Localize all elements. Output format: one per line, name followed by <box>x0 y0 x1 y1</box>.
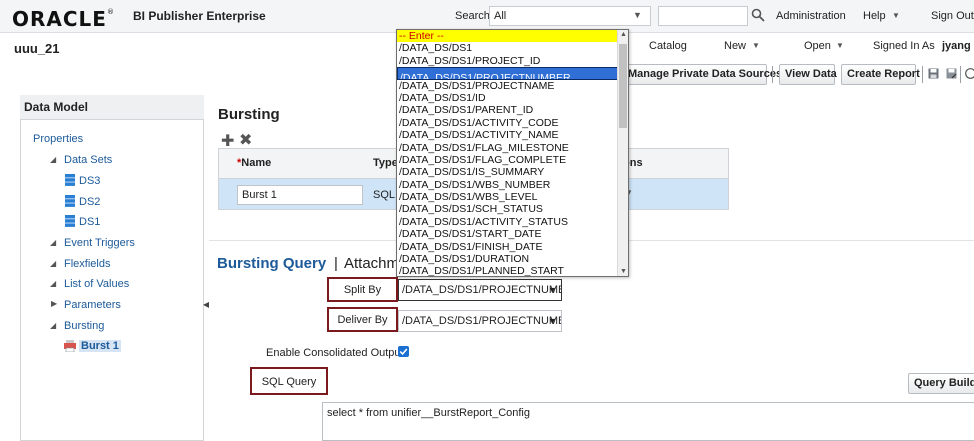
dropdown-option[interactable]: /DATA_DS/DS1/ACTIVITY_CODE <box>397 117 618 129</box>
dropdown-option[interactable]: /DATA_DS/DS1/ACTIVITY_STATUS <box>397 216 618 228</box>
dropdown-option-enter[interactable]: -- Enter -- <box>397 30 618 43</box>
delete-icon[interactable]: ✖ <box>239 130 252 150</box>
expanded-triangle-icon[interactable]: ◢ <box>50 259 56 268</box>
consolidated-output-label: Enable Consolidated Output <box>266 347 404 359</box>
deliver-by-select[interactable]: /DATA_DS/DS1/PROJECTNUMBE <box>398 310 562 332</box>
dropdown-option[interactable]: /DATA_DS/DS1/WBS_NUMBER <box>397 179 618 191</box>
save-icon[interactable] <box>928 68 939 79</box>
help-icon[interactable] <box>965 68 974 79</box>
open-menu[interactable]: Open <box>804 40 831 52</box>
collapsed-triangle-icon[interactable]: ▶ <box>51 299 57 308</box>
split-by-select[interactable]: /DATA_DS/DS1/PROJECTNUMBE <box>398 279 562 301</box>
product-name: BI Publisher Enterprise <box>133 9 266 23</box>
search-input[interactable] <box>658 6 748 26</box>
tree-item-flexfields[interactable]: Flexfields <box>64 258 110 270</box>
burst-name-input[interactable]: Burst 1 <box>237 185 363 205</box>
dropdown-option[interactable]: /DATA_DS/DS1/ID <box>397 92 618 104</box>
scrollbar[interactable]: ▲ ▼ <box>617 30 628 276</box>
burst-type-cell: SQL <box>373 189 396 201</box>
dropdown-options: -- Enter --/DATA_DS/DS1/DATA_DS/DS1/PROJ… <box>397 30 618 276</box>
dropdown-option[interactable]: /DATA_DS/DS1/PROJECT_ID <box>397 55 618 67</box>
data-set-icon <box>65 195 75 207</box>
column-header-name: *Name <box>237 157 272 169</box>
new-menu[interactable]: New <box>724 40 746 52</box>
view-data-button[interactable]: View Data <box>779 64 837 85</box>
data-set-icon <box>65 215 75 227</box>
oracle-logo: ORACLE® <box>12 7 115 31</box>
deliver-by-label: Deliver By <box>327 307 398 332</box>
manage-private-data-sources-button[interactable]: Manage Private Data Sources <box>622 64 782 85</box>
data-set-icon <box>65 174 75 186</box>
tree-item-event-triggers[interactable]: Event Triggers <box>64 237 135 249</box>
tree-item-bursting[interactable]: Bursting <box>64 320 104 332</box>
dropdown-option[interactable]: /DATA_DS/DS1/FINISH_DATE <box>397 241 618 253</box>
search-icon[interactable] <box>751 8 765 22</box>
scrollbar-thumb[interactable] <box>619 44 627 128</box>
dropdown-option[interactable]: /DATA_DS/DS1/DURATION <box>397 253 618 265</box>
chevron-down-icon[interactable]: ▼ <box>548 316 557 326</box>
data-model-panel <box>20 95 204 441</box>
page-title: uuu_21 <box>14 41 60 56</box>
expanded-triangle-icon[interactable]: ◢ <box>50 321 56 330</box>
chevron-down-icon[interactable]: ▼ <box>836 41 844 50</box>
expanded-triangle-icon[interactable]: ◢ <box>50 279 56 288</box>
dropdown-option[interactable]: /DATA_DS/DS1/PARENT_ID <box>397 104 618 116</box>
save-as-icon[interactable] <box>946 68 957 79</box>
chevron-down-icon[interactable]: ▼ <box>752 41 760 50</box>
tree-item-burst-1[interactable]: Burst 1 <box>79 340 121 352</box>
scroll-down-icon[interactable]: ▼ <box>620 268 627 275</box>
column-header-type: Type <box>373 157 398 169</box>
toolbar-divider <box>922 66 923 83</box>
tree-item-ds3[interactable]: DS3 <box>79 175 100 187</box>
query-builder-button[interactable]: Query Builde <box>908 373 974 394</box>
chevron-down-icon[interactable]: ▼ <box>633 10 642 20</box>
tree-item-ds2[interactable]: DS2 <box>79 196 100 208</box>
dropdown-option[interactable]: /DATA_DS/DS1/START_DATE <box>397 228 618 240</box>
dropdown-option[interactable]: /DATA_DS/DS1/ACTIVITY_NAME <box>397 129 618 141</box>
administration-link[interactable]: Administration <box>776 10 846 22</box>
bursting-title: Bursting <box>218 106 280 123</box>
signed-in-label: Signed In As <box>873 40 935 52</box>
user-menu[interactable]: jyang <box>942 40 971 52</box>
dropdown-option[interactable]: /DATA_DS/DS1/SCH_STATUS <box>397 203 618 215</box>
tree-item-properties[interactable]: Properties <box>33 133 83 145</box>
help-menu[interactable]: Help <box>863 10 886 22</box>
tab-bursting-query[interactable]: Bursting Query <box>217 255 326 272</box>
search-scope-select[interactable]: All <box>489 6 651 26</box>
split-by-dropdown-list[interactable]: -- Enter --/DATA_DS/DS1/DATA_DS/DS1/PROJ… <box>396 29 629 277</box>
dropdown-option[interactable]: /DATA_DS/DS1 <box>397 42 618 54</box>
sql-query-textarea[interactable]: select * from unifier__BurstReport_Confi… <box>322 402 974 441</box>
chevron-down-icon[interactable]: ▼ <box>892 11 900 20</box>
catalog-link[interactable]: Catalog <box>649 40 687 52</box>
dropdown-option[interactable]: /DATA_DS/DS1/PROJECTNUMBER <box>397 67 618 80</box>
dropdown-option[interactable]: /DATA_DS/DS1/IS_SUMMARY <box>397 166 618 178</box>
sign-out-link[interactable]: Sign Out <box>931 10 974 22</box>
tree-item-ds1[interactable]: DS1 <box>79 216 100 228</box>
expanded-triangle-icon[interactable]: ◢ <box>50 238 56 247</box>
tab-separator: | <box>334 255 338 272</box>
split-by-label: Split By <box>327 277 398 302</box>
data-model-header: Data Model <box>20 95 204 120</box>
consolidated-output-checkbox[interactable] <box>398 346 409 357</box>
tab-attachment[interactable]: Attachm <box>344 255 399 272</box>
chevron-down-icon[interactable]: ▼ <box>548 285 557 295</box>
sql-query-label: SQL Query <box>250 367 328 395</box>
toolbar-divider <box>960 66 961 83</box>
scroll-up-icon[interactable]: ▲ <box>620 31 627 38</box>
dropdown-option[interactable]: /DATA_DS/DS1/PROJECTNAME <box>397 80 618 92</box>
create-report-button[interactable]: Create Report <box>841 64 920 85</box>
search-label: Search <box>455 10 490 22</box>
dropdown-option[interactable]: /DATA_DS/DS1/WBS_LEVEL <box>397 191 618 203</box>
tree-item-data-sets[interactable]: Data Sets <box>64 154 112 166</box>
tree-item-list-of-values[interactable]: List of Values <box>64 278 129 290</box>
dropdown-option[interactable]: /DATA_DS/DS1/PLANNED_START <box>397 265 618 276</box>
expanded-triangle-icon[interactable]: ◢ <box>50 155 56 164</box>
toolbar-divider <box>772 66 773 83</box>
dropdown-option[interactable]: /DATA_DS/DS1/FLAG_MILESTONE <box>397 142 618 154</box>
tree-item-parameters[interactable]: Parameters <box>64 299 121 311</box>
dropdown-option[interactable]: /DATA_DS/DS1/FLAG_COMPLETE <box>397 154 618 166</box>
bursting-icon <box>64 340 76 352</box>
